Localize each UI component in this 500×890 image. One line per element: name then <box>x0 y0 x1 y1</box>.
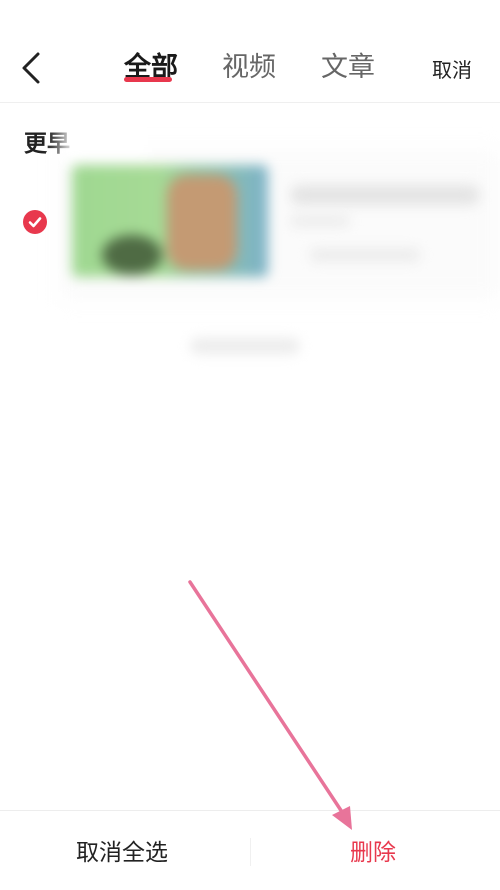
selected-check-icon[interactable] <box>23 210 47 234</box>
top-bar: 全部 视频 文章 取消 <box>0 0 500 103</box>
deselect-all-button[interactable]: 取消全选 <box>76 838 168 868</box>
tab-article[interactable]: 文章 <box>321 48 375 88</box>
blur-overlay <box>60 118 150 168</box>
tab-all[interactable]: 全部 <box>124 48 178 88</box>
blurred-title-line <box>290 215 350 227</box>
checkmark-icon <box>28 217 42 228</box>
delete-button[interactable]: 删除 <box>350 838 396 868</box>
blurred-footer-text <box>190 338 300 354</box>
tab-video[interactable]: 视频 <box>222 48 276 88</box>
blurred-title <box>290 185 480 205</box>
video-thumbnail <box>72 165 268 277</box>
cancel-button[interactable]: 取消 <box>432 55 472 85</box>
blurred-meta <box>310 248 420 262</box>
active-tab-indicator <box>124 77 172 82</box>
footer-divider <box>250 838 251 866</box>
back-arrow-icon[interactable] <box>18 50 48 86</box>
